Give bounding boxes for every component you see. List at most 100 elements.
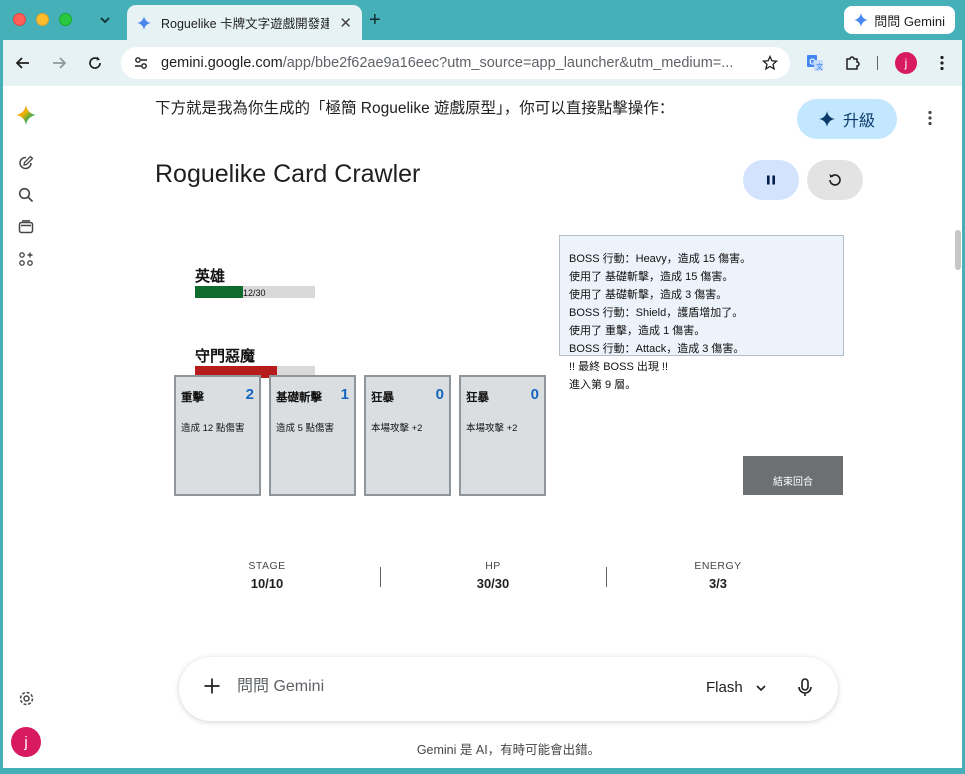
new-tab-button[interactable]: + xyxy=(369,9,381,32)
forward-button[interactable] xyxy=(48,52,70,74)
stat-hp: HP 30/30 xyxy=(433,560,553,591)
card[interactable]: 基礎斬擊 1 造成 5 點傷害 xyxy=(269,375,356,496)
card[interactable]: 狂暴 0 本場攻擊 +2 xyxy=(364,375,451,496)
stat-stage: STAGE 10/10 xyxy=(207,560,327,591)
settings-gear-icon[interactable] xyxy=(16,688,36,708)
reload-icon xyxy=(89,56,101,69)
back-button[interactable] xyxy=(12,52,34,74)
window-frame xyxy=(0,0,3,774)
card-description: 造成 5 點傷害 xyxy=(276,423,335,434)
prompt-input[interactable] xyxy=(237,678,537,696)
stat-value: 30/30 xyxy=(476,576,510,591)
model-selector[interactable]: Flash xyxy=(706,679,767,696)
upgrade-button[interactable]: 升級 xyxy=(797,99,897,139)
tab-close-icon[interactable]: ✕ xyxy=(339,14,352,32)
tab-list-button[interactable] xyxy=(95,10,115,30)
close-window-button[interactable] xyxy=(13,13,26,26)
ask-gemini-button[interactable]: 問問 Gemini xyxy=(844,6,955,34)
translate-extension-icon[interactable]: G文 xyxy=(805,53,825,73)
back-arrow-icon xyxy=(15,57,29,69)
url-host: gemini.google.com xyxy=(161,55,283,71)
log-line: BOSS 行動：Shield，護盾增加了。 xyxy=(569,307,744,319)
boss-name: 守門惡魔 xyxy=(195,348,256,365)
tab-title: Roguelike 卡牌文字遊戲開發建 xyxy=(161,17,329,31)
browser-tab-active[interactable]: Roguelike 卡牌文字遊戲開發建 ✕ xyxy=(127,5,362,40)
response-intro-text: 下方就是我為你生成的「極簡 Roguelike 遊戲原型」，你可以直接點擊操作： xyxy=(155,100,675,117)
stat-divider xyxy=(380,567,381,587)
main-content: 下方就是我為你生成的「極簡 Roguelike 遊戲原型」，你可以直接點擊操作：… xyxy=(52,86,965,768)
restart-icon xyxy=(829,174,841,186)
card-description: 本場攻擊 +2 xyxy=(466,423,518,434)
hero-name: 英雄 xyxy=(195,268,226,285)
card-description: 本場攻擊 +2 xyxy=(371,423,423,434)
log-line: BOSS 行動：Attack，造成 3 傷害。 xyxy=(569,343,745,355)
chevron-down-icon xyxy=(100,17,110,24)
stat-value: 10/10 xyxy=(250,576,284,591)
profile-avatar[interactable]: j xyxy=(895,52,917,74)
address-bar[interactable]: gemini.google.com /app/bbe2f62ae9a16eec?… xyxy=(121,47,790,79)
gemini-sidebar: j xyxy=(0,86,52,768)
library-icon[interactable] xyxy=(16,217,36,237)
game-title: Roguelike Card Crawler xyxy=(155,160,421,188)
site-settings-icon[interactable] xyxy=(133,55,149,71)
scrollbar-thumb[interactable] xyxy=(955,230,961,270)
prompt-box: Flash xyxy=(179,657,838,721)
card-cost: 2 xyxy=(245,386,254,403)
chevron-down-icon xyxy=(756,684,766,691)
gemini-logo-icon xyxy=(137,15,151,30)
extensions-puzzle-icon[interactable] xyxy=(843,53,863,73)
disclaimer-text: Gemini 是 AI，有時可能會出錯。 xyxy=(416,743,601,757)
gemini-home-icon[interactable] xyxy=(16,105,36,125)
stat-value: 3/3 xyxy=(708,576,728,591)
apps-grid-icon[interactable] xyxy=(16,249,36,269)
card-cost: 1 xyxy=(340,386,349,403)
card-name: 狂暴 xyxy=(466,392,489,404)
log-line: 使用了 重擊，造成 1 傷害。 xyxy=(569,325,706,337)
more-vert-icon[interactable] xyxy=(932,53,952,73)
svg-text:文: 文 xyxy=(816,62,823,71)
upgrade-label: 升級 xyxy=(842,113,875,130)
hero-hp-text: 12/30 xyxy=(243,288,266,298)
card[interactable]: 狂暴 0 本場攻擊 +2 xyxy=(459,375,546,496)
account-avatar[interactable]: j xyxy=(11,727,41,757)
microphone-button[interactable] xyxy=(797,678,813,703)
new-chat-icon[interactable] xyxy=(16,153,36,173)
zoom-window-button[interactable] xyxy=(59,13,72,26)
pause-button[interactable] xyxy=(743,160,799,200)
plus-icon xyxy=(204,678,220,694)
log-line: 進入第 9 層。 xyxy=(569,379,637,391)
end-turn-button[interactable]: 結束回合 xyxy=(743,456,843,495)
card-cost: 0 xyxy=(435,386,444,403)
card-cost: 0 xyxy=(530,386,539,403)
card-name: 狂暴 xyxy=(371,392,394,404)
add-attachment-button[interactable] xyxy=(203,677,221,700)
more-options-icon[interactable] xyxy=(928,110,932,131)
gemini-logo-icon xyxy=(854,13,869,27)
window-frame xyxy=(0,768,965,774)
microphone-icon xyxy=(798,678,812,696)
stat-label: ENERGY xyxy=(694,560,742,572)
hero-hp-bar: 12/30 xyxy=(195,286,315,298)
model-label: Flash xyxy=(706,679,743,696)
stat-divider xyxy=(606,567,607,587)
card-name: 基礎斬擊 xyxy=(276,392,322,404)
pause-icon xyxy=(767,175,775,185)
ask-gemini-label: 問問 Gemini xyxy=(874,13,945,29)
restart-button[interactable] xyxy=(807,160,863,200)
log-line: !! 最終 BOSS 出現 !! xyxy=(569,361,669,373)
search-icon[interactable] xyxy=(16,185,36,205)
minimize-window-button[interactable] xyxy=(36,13,49,26)
toolbar-separator xyxy=(877,56,878,70)
bookmark-star-icon[interactable] xyxy=(762,55,778,71)
reload-button[interactable] xyxy=(84,52,106,74)
browser-toolbar: gemini.google.com /app/bbe2f62ae9a16eec?… xyxy=(0,40,965,86)
battle-log: BOSS 行動：Heavy，造成 15 傷害。 使用了 基礎斬擊，造成 15 傷… xyxy=(569,250,751,394)
log-line: 使用了 基礎斬擊，造成 15 傷害。 xyxy=(569,271,734,283)
stat-label: STAGE xyxy=(248,560,286,572)
stat-label: HP xyxy=(485,560,501,572)
forward-arrow-icon xyxy=(53,57,67,69)
card[interactable]: 重擊 2 造成 12 點傷害 xyxy=(174,375,261,496)
sparkle-icon xyxy=(818,111,835,127)
log-line: BOSS 行動：Heavy，造成 15 傷害。 xyxy=(569,253,752,265)
log-line: 使用了 基礎斬擊，造成 3 傷害。 xyxy=(569,289,728,301)
